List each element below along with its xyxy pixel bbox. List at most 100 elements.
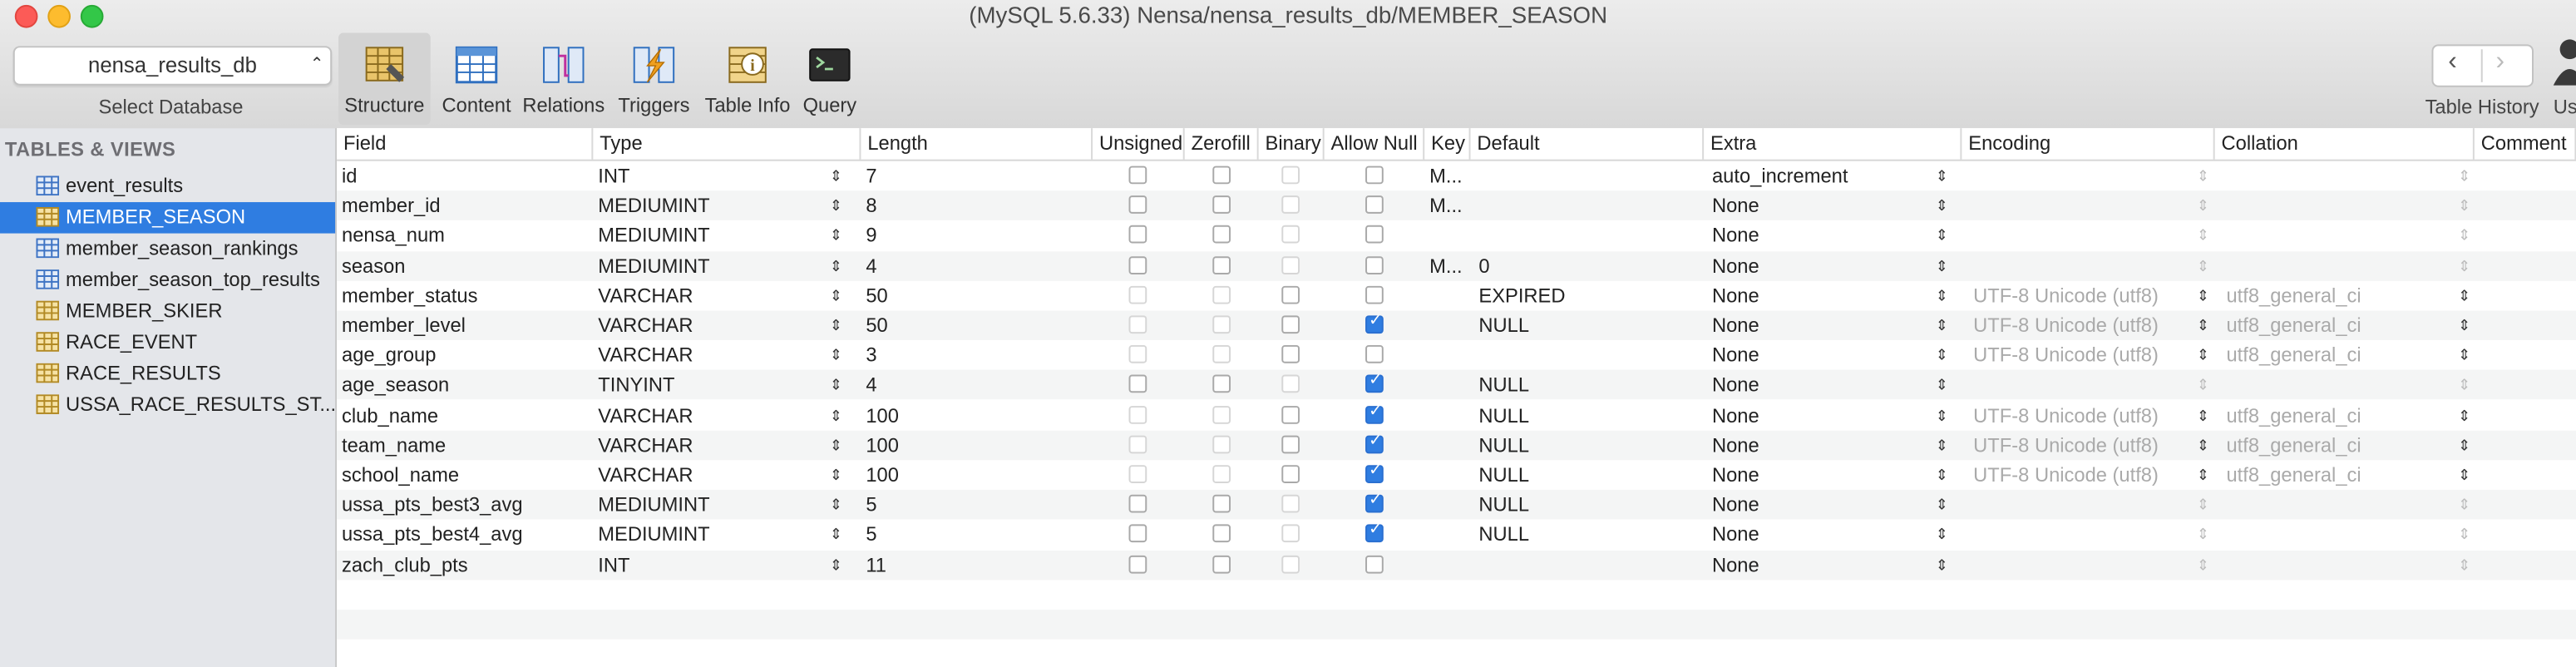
- encoding-stepper-icon[interactable]: ⇕: [2197, 251, 2209, 281]
- collation-cell[interactable]: [2226, 251, 2440, 281]
- encoding-stepper-icon[interactable]: ⇕: [2197, 340, 2209, 370]
- allow-null-checkbox[interactable]: [1365, 195, 1384, 215]
- allow-null-checkbox[interactable]: [1365, 521, 1384, 543]
- column-header-type[interactable]: Type: [593, 128, 861, 160]
- extra-stepper-icon[interactable]: ⇕: [1936, 370, 1948, 400]
- collation-stepper-icon[interactable]: ⇕: [2458, 161, 2470, 191]
- column-header-extra[interactable]: Extra: [1704, 128, 1962, 160]
- collation-cell[interactable]: utf8_general_ci: [2226, 400, 2440, 430]
- default-cell[interactable]: NULL: [1478, 370, 1692, 400]
- default-cell[interactable]: NULL: [1478, 430, 1692, 460]
- encoding-cell[interactable]: [1973, 191, 2187, 221]
- sidebar-item-ussa-race-results-st-[interactable]: USSA_RACE_RESULTS_ST...: [0, 389, 336, 421]
- key-cell[interactable]: [1429, 550, 1465, 580]
- encoding-stepper-icon[interactable]: ⇕: [2197, 191, 2209, 221]
- encoding-cell[interactable]: UTF-8 Unicode (utf8): [1973, 340, 2187, 370]
- unsigned-checkbox[interactable]: [1128, 555, 1147, 573]
- encoding-cell[interactable]: [1973, 161, 2187, 191]
- unsigned-checkbox[interactable]: [1128, 195, 1147, 215]
- binary-checkbox[interactable]: [1281, 315, 1300, 334]
- field-name-cell[interactable]: team_name: [342, 430, 588, 460]
- default-cell[interactable]: [1478, 550, 1692, 580]
- extra-cell[interactable]: None: [1712, 430, 1926, 460]
- sidebar-item-event-results[interactable]: event_results: [0, 171, 335, 203]
- type-cell[interactable]: VARCHAR: [598, 400, 828, 430]
- extra-cell[interactable]: None: [1712, 340, 1926, 370]
- type-cell[interactable]: VARCHAR: [598, 430, 828, 460]
- tab-triggers[interactable]: Triggers: [608, 33, 700, 126]
- length-cell[interactable]: 100: [866, 430, 1079, 460]
- extra-stepper-icon[interactable]: ⇕: [1936, 221, 1948, 251]
- type-stepper-icon[interactable]: ⇕: [830, 370, 842, 400]
- zerofill-checkbox[interactable]: [1212, 555, 1231, 573]
- extra-stepper-icon[interactable]: ⇕: [1936, 191, 1948, 221]
- collation-stepper-icon[interactable]: ⇕: [2458, 460, 2470, 490]
- column-header-collation[interactable]: Collation: [2215, 128, 2475, 160]
- encoding-stepper-icon[interactable]: ⇕: [2197, 161, 2209, 191]
- extra-cell[interactable]: None: [1712, 310, 1926, 340]
- tab-query[interactable]: Query: [784, 33, 876, 126]
- allow-null-checkbox[interactable]: [1365, 312, 1384, 334]
- collation-stepper-icon[interactable]: ⇕: [2458, 340, 2470, 370]
- sidebar-item-member-season-top-results[interactable]: member_season_top_results: [0, 264, 335, 296]
- binary-checkbox[interactable]: [1281, 345, 1300, 364]
- field-name-cell[interactable]: member_level: [342, 310, 588, 340]
- extra-cell[interactable]: None: [1712, 400, 1926, 430]
- type-cell[interactable]: VARCHAR: [598, 340, 828, 370]
- column-header-encoding[interactable]: Encoding: [1962, 128, 2215, 160]
- collation-stepper-icon[interactable]: ⇕: [2458, 550, 2470, 580]
- extra-cell[interactable]: None: [1712, 550, 1926, 580]
- extra-stepper-icon[interactable]: ⇕: [1936, 251, 1948, 281]
- column-header-length[interactable]: Length: [861, 128, 1093, 160]
- allow-null-checkbox[interactable]: [1365, 372, 1384, 394]
- length-cell[interactable]: 100: [866, 400, 1079, 430]
- length-cell[interactable]: 100: [866, 460, 1079, 490]
- extra-cell[interactable]: None: [1712, 221, 1926, 251]
- key-cell[interactable]: M...: [1429, 191, 1465, 221]
- type-stepper-icon[interactable]: ⇕: [830, 520, 842, 550]
- encoding-stepper-icon[interactable]: ⇕: [2197, 370, 2209, 400]
- encoding-stepper-icon[interactable]: ⇕: [2197, 221, 2209, 251]
- default-cell[interactable]: NULL: [1478, 460, 1692, 490]
- extra-stepper-icon[interactable]: ⇕: [1936, 460, 1948, 490]
- extra-cell[interactable]: None: [1712, 251, 1926, 281]
- collation-stepper-icon[interactable]: ⇕: [2458, 251, 2470, 281]
- collation-stepper-icon[interactable]: ⇕: [2458, 221, 2470, 251]
- collation-cell[interactable]: utf8_general_ci: [2226, 460, 2440, 490]
- collation-cell[interactable]: [2226, 221, 2440, 251]
- back-arrow-icon[interactable]: ‹: [2448, 47, 2457, 77]
- zerofill-checkbox[interactable]: [1212, 195, 1231, 215]
- encoding-stepper-icon[interactable]: ⇕: [2197, 490, 2209, 520]
- encoding-cell[interactable]: [1973, 221, 2187, 251]
- type-stepper-icon[interactable]: ⇕: [830, 400, 842, 430]
- key-cell[interactable]: [1429, 280, 1465, 310]
- zerofill-checkbox[interactable]: [1212, 166, 1231, 185]
- length-cell[interactable]: 5: [866, 520, 1079, 550]
- column-header-key[interactable]: Key: [1424, 128, 1471, 160]
- extra-stepper-icon[interactable]: ⇕: [1936, 161, 1948, 191]
- key-cell[interactable]: [1429, 460, 1465, 490]
- type-stepper-icon[interactable]: ⇕: [830, 550, 842, 580]
- encoding-cell[interactable]: [1973, 370, 2187, 400]
- encoding-cell[interactable]: UTF-8 Unicode (utf8): [1973, 430, 2187, 460]
- encoding-cell[interactable]: UTF-8 Unicode (utf8): [1973, 400, 2187, 430]
- length-cell[interactable]: 7: [866, 161, 1079, 191]
- column-header-unsigned[interactable]: Unsigned: [1093, 128, 1185, 160]
- type-cell[interactable]: INT: [598, 550, 828, 580]
- default-cell[interactable]: [1478, 221, 1692, 251]
- encoding-stepper-icon[interactable]: ⇕: [2197, 400, 2209, 430]
- sidebar-item-race-event[interactable]: RACE_EVENT: [0, 327, 335, 358]
- length-cell[interactable]: 4: [866, 251, 1079, 281]
- length-cell[interactable]: 8: [866, 191, 1079, 221]
- encoding-stepper-icon[interactable]: ⇕: [2197, 310, 2209, 340]
- tab-table-info[interactable]: i Table Info: [702, 33, 794, 126]
- sidebar-item-member-skier[interactable]: MEMBER_SKIER: [0, 296, 335, 328]
- extra-cell[interactable]: auto_increment: [1712, 161, 1926, 191]
- allow-null-checkbox[interactable]: [1365, 166, 1384, 185]
- encoding-cell[interactable]: [1973, 550, 2187, 580]
- default-cell[interactable]: NULL: [1478, 520, 1692, 550]
- zerofill-checkbox[interactable]: [1212, 375, 1231, 394]
- default-cell[interactable]: NULL: [1478, 490, 1692, 520]
- sidebar-item-member-season-rankings[interactable]: member_season_rankings: [0, 234, 335, 265]
- column-header-binary[interactable]: Binary: [1259, 128, 1325, 160]
